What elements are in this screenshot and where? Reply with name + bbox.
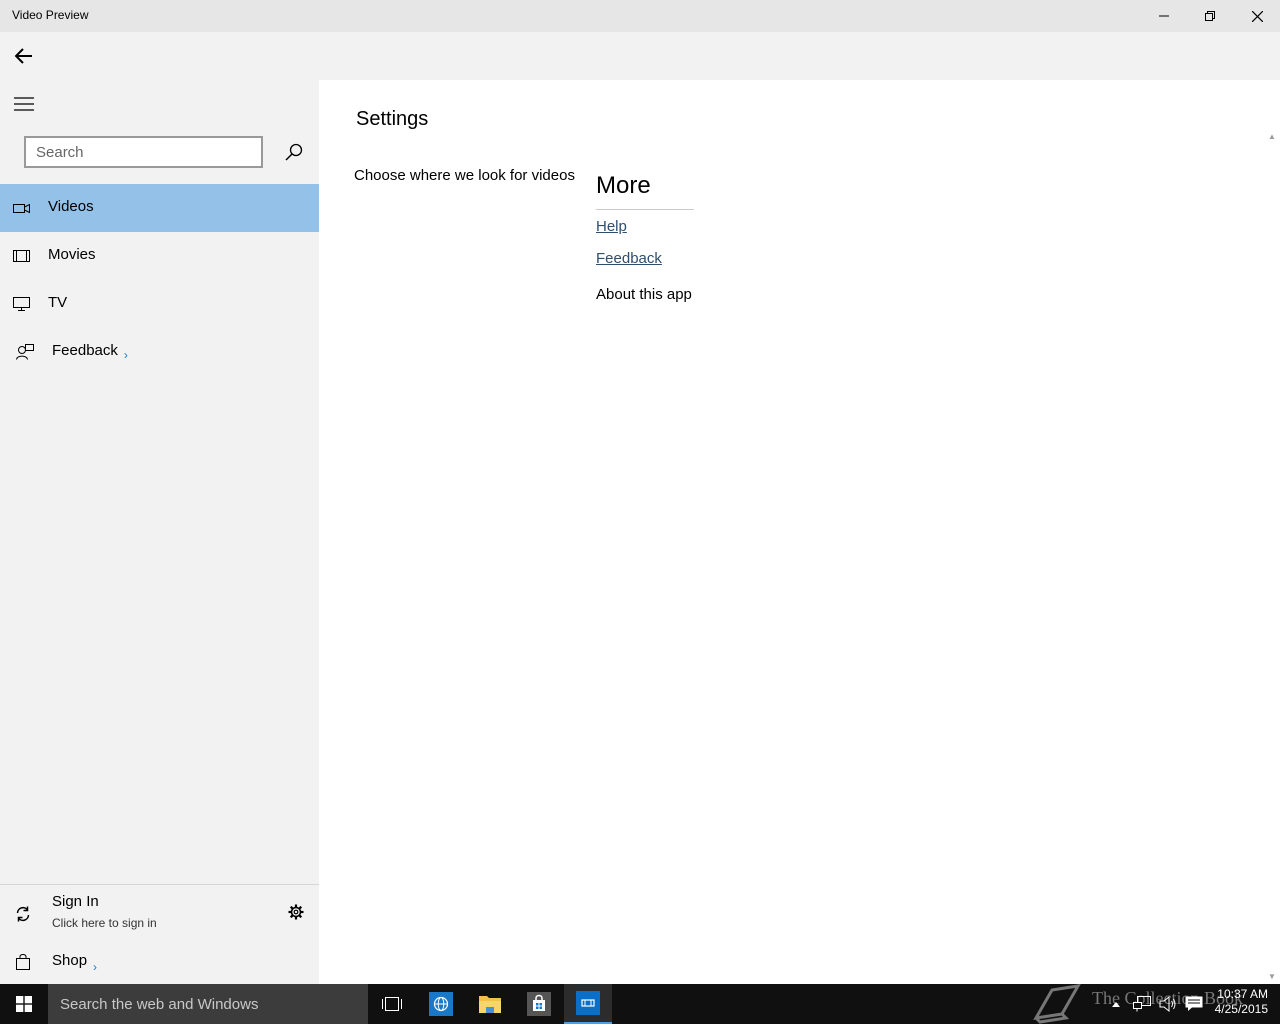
choose-video-locations-link[interactable]: Choose where we look for videos [354,167,575,184]
sidebar-item-label: Movies [48,246,96,263]
search-icon [285,143,303,161]
store-bag-icon [527,992,551,1016]
task-view-button[interactable] [368,984,416,1024]
help-link[interactable]: Help [596,218,627,235]
restore-icon [1205,11,1215,21]
taskbar-store-button[interactable] [515,984,563,1024]
settings-button[interactable] [286,902,306,922]
shop-label: Shop [52,952,88,969]
about-app-link[interactable]: About this app [596,286,692,303]
clock-time: 10:37 AM [1217,987,1268,1001]
page-title: Settings [356,108,429,130]
hamburger-menu-button[interactable] [0,80,48,128]
sidebar-item-movies[interactable]: Movies [0,232,319,280]
minimize-icon [1159,15,1169,17]
video-app-icon [576,991,600,1015]
chevron-right-icon: › [123,348,128,362]
main-content: Settings Choose where we look for videos… [319,80,1280,984]
action-center-button[interactable] [1182,984,1206,1024]
window-title: Video Preview [12,8,89,22]
clock-date: 4/25/2015 [1214,1002,1268,1016]
shopping-bag-icon [16,954,30,975]
more-divider [596,209,694,210]
chevron-up-icon [1112,1002,1120,1007]
film-icon [12,248,30,264]
search-input[interactable] [26,138,261,166]
back-arrow-icon [15,48,32,64]
book-logo-icon [1033,984,1081,1024]
close-icon [1251,10,1263,22]
sidebar-item-label: TV [48,294,68,311]
monitor-icon [12,296,30,312]
folder-icon [479,996,501,1013]
shop-button[interactable]: Shop › [0,940,319,984]
back-button[interactable] [0,32,48,80]
scroll-up-arrow-icon[interactable]: ▲ [1268,132,1276,141]
scroll-down-arrow-icon[interactable]: ▼ [1268,972,1276,981]
gear-icon [288,904,304,920]
show-hidden-icons-button[interactable] [1108,984,1124,1024]
sidebar-item-feedback[interactable]: Feedback › [0,328,319,376]
sidebar-divider [0,884,319,885]
more-heading: More [596,172,651,199]
feedback-person-icon [16,344,34,360]
search-button[interactable] [278,136,310,168]
start-button[interactable] [0,984,48,1024]
search-box [24,136,263,168]
restore-button[interactable] [1187,0,1233,32]
sidebar-item-label-wrap: Feedback › [52,342,128,362]
taskbar-clock[interactable]: 10:37 AM 4/25/2015 [1212,987,1268,1017]
taskbar-file-explorer-button[interactable] [466,984,514,1024]
feedback-link[interactable]: Feedback [596,250,662,267]
volume-icon [1159,996,1176,1012]
scrollbar[interactable] [1266,128,1280,984]
sign-in-sublabel: Click here to sign in [52,916,157,930]
network-icon [1133,996,1151,1012]
task-view-icon [382,997,402,1011]
close-button[interactable] [1234,0,1280,32]
hamburger-icon [14,97,34,111]
sign-in-button[interactable]: Sign In Click here to sign in [0,886,319,936]
sidebar-item-videos[interactable]: Videos [0,184,319,232]
minimize-button[interactable] [1141,0,1187,32]
volume-button[interactable] [1156,984,1180,1024]
sidebar: Videos Movies TV Feedback › Sign In Click… [0,80,319,984]
globe-icon [429,992,453,1016]
video-camera-icon [12,200,30,216]
sign-in-label: Sign In [52,893,99,910]
title-bar: Video Preview [0,0,1280,32]
taskbar-search-box [48,984,368,1024]
taskbar: The Collection Book 10:37 AM 4/25/2015 [0,984,1280,1024]
sidebar-item-tv[interactable]: TV [0,280,319,328]
notification-icon [1185,996,1203,1011]
network-button[interactable] [1130,984,1154,1024]
back-bar [0,32,1280,80]
taskbar-search-input[interactable] [48,984,368,1024]
windows-logo-icon [16,996,32,1012]
sidebar-item-label: Feedback [52,342,118,359]
taskbar-video-app-button[interactable] [564,984,612,1024]
sidebar-item-label: Videos [48,198,94,215]
sync-icon [15,906,31,927]
chevron-right-icon: › [93,960,97,974]
taskbar-browser-button[interactable] [417,984,465,1024]
